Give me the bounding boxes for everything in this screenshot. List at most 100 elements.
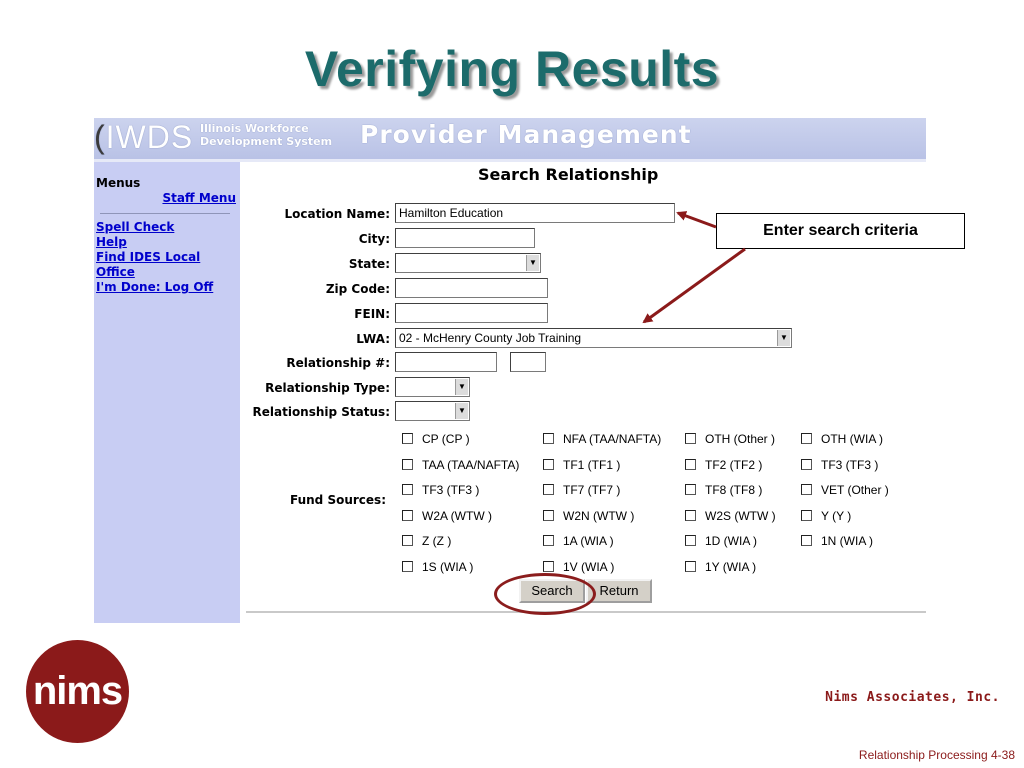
fund-source-checkbox[interactable]: 1N (WIA ) — [801, 534, 873, 548]
relationship-status-label: Relationship Status: — [252, 405, 391, 419]
fund-source-label: 1V (WIA ) — [563, 559, 615, 574]
spell-check-link[interactable]: Spell Check — [96, 220, 236, 235]
fund-source-label: TF7 (TF7 ) — [563, 483, 621, 497]
staff-menu-link[interactable]: Staff Menu — [162, 191, 236, 205]
checkbox-icon[interactable] — [543, 535, 554, 546]
fund-source-label: 1Y (WIA ) — [705, 559, 757, 574]
fund-source-label: Y (Y ) — [821, 508, 852, 523]
fund-source-checkbox[interactable]: TF2 (TF2 ) — [685, 458, 762, 472]
fund-source-label: 1D (WIA ) — [705, 534, 758, 548]
location-name-input[interactable]: Hamilton Education — [395, 203, 675, 223]
zip-code-input[interactable] — [395, 278, 548, 298]
fund-source-checkbox[interactable]: TF7 (TF7 ) — [543, 483, 620, 497]
fund-source-checkbox[interactable]: W2N (WTW ) — [543, 509, 634, 523]
fund-source-label: TAA (TAA/NAFTA) — [422, 457, 520, 472]
fund-source-checkbox[interactable]: Z (Z ) — [402, 534, 451, 548]
checkbox-icon[interactable] — [543, 509, 554, 521]
dropdown-arrow-icon: ▼ — [526, 255, 539, 271]
checkbox-icon[interactable] — [801, 509, 812, 521]
checkbox-icon[interactable] — [402, 433, 413, 444]
fund-source-checkbox[interactable]: TF1 (TF1 ) — [543, 458, 620, 472]
fund-source-checkbox[interactable]: 1V (WIA ) — [543, 560, 614, 574]
relationship-number-input[interactable] — [395, 352, 497, 372]
location-name-label: Location Name: — [284, 207, 391, 221]
checkbox-icon[interactable] — [402, 560, 413, 572]
checkbox-icon[interactable] — [685, 509, 696, 521]
checkbox-icon[interactable] — [685, 458, 696, 470]
lwa-label: LWA: — [356, 332, 390, 346]
fein-input[interactable] — [395, 303, 548, 323]
fund-source-checkbox[interactable]: W2S (WTW ) — [685, 509, 776, 523]
fund-source-checkbox[interactable]: TF3 (TF3 ) — [801, 458, 878, 472]
relationship-number-label: Relationship #: — [286, 356, 390, 370]
fund-sources-label: Fund Sources: — [290, 493, 386, 507]
fund-source-checkbox[interactable]: TF3 (TF3 ) — [402, 483, 479, 497]
fund-source-label: TF3 (TF3 ) — [821, 457, 879, 472]
fund-source-checkbox[interactable]: TAA (TAA/NAFTA) — [402, 458, 519, 472]
relationship-number-suffix-input[interactable] — [510, 352, 546, 372]
relationship-type-label: Relationship Type: — [265, 381, 390, 395]
search-highlight-circle — [494, 573, 596, 615]
dropdown-arrow-icon: ▼ — [455, 379, 468, 395]
form-title: Search Relationship — [478, 165, 659, 184]
checkbox-icon[interactable] — [543, 484, 554, 495]
lwa-select[interactable]: 02 - McHenry County Job Training ▼ — [395, 328, 792, 348]
checkbox-icon[interactable] — [543, 433, 554, 444]
checkbox-icon[interactable] — [801, 535, 812, 546]
fund-source-checkbox[interactable]: 1D (WIA ) — [685, 534, 757, 548]
state-select[interactable]: ▼ — [395, 253, 541, 273]
return-button[interactable]: Return — [586, 579, 652, 603]
find-ides-local-link[interactable]: Find IDES Local — [96, 250, 236, 265]
fund-source-label: 1S (WIA ) — [422, 559, 474, 574]
fund-source-checkbox[interactable]: OTH (Other ) — [685, 432, 775, 446]
fund-source-checkbox[interactable]: Y (Y ) — [801, 509, 851, 523]
checkbox-icon[interactable] — [402, 458, 413, 470]
fund-source-label: VET (Other ) — [821, 483, 889, 497]
fund-source-checkbox[interactable]: CP (CP ) — [402, 432, 470, 446]
state-label: State: — [348, 257, 390, 271]
fund-source-checkbox[interactable]: TF8 (TF8 ) — [685, 483, 762, 497]
fund-source-label: CP (CP ) — [422, 432, 470, 446]
fund-source-checkbox[interactable]: OTH (WIA ) — [801, 432, 883, 446]
fund-source-checkbox[interactable]: NFA (TAA/NAFTA) — [543, 432, 661, 446]
slide-title: Verifying Results — [304, 41, 720, 97]
checkbox-icon[interactable] — [685, 560, 696, 572]
menus-label: Menus — [96, 176, 141, 190]
checkbox-icon[interactable] — [801, 484, 812, 495]
checkbox-icon[interactable] — [801, 458, 812, 470]
iwds-window: (IWDS Illinois Workforce Development Sys… — [94, 118, 926, 623]
relationship-type-select[interactable]: ▼ — [395, 377, 470, 397]
fund-source-checkbox[interactable]: 1S (WIA ) — [402, 560, 473, 574]
fund-source-checkbox[interactable]: 1A (WIA ) — [543, 534, 614, 548]
checkbox-icon[interactable] — [543, 458, 554, 470]
company-name: Nims Associates, Inc. — [825, 690, 1000, 705]
city-input[interactable] — [395, 228, 535, 248]
checkbox-icon[interactable] — [685, 535, 696, 546]
callout-box: Enter search criteria — [716, 213, 965, 249]
nims-logo: nims — [26, 640, 129, 743]
fund-source-checkbox[interactable]: VET (Other ) — [801, 483, 889, 497]
fund-source-label: 1A (WIA ) — [563, 534, 614, 548]
checkbox-icon[interactable] — [402, 535, 413, 546]
checkbox-icon[interactable] — [685, 433, 696, 444]
banner-subtitle: Illinois Workforce Development System — [200, 122, 333, 148]
help-link[interactable]: Help — [96, 235, 236, 250]
checkbox-icon[interactable] — [801, 433, 812, 444]
log-off-link[interactable]: I'm Done: Log Off — [96, 280, 236, 295]
iwds-logo: (IWDS — [94, 119, 194, 155]
dropdown-arrow-icon: ▼ — [777, 330, 790, 346]
checkbox-icon[interactable] — [402, 484, 413, 495]
checkbox-icon[interactable] — [685, 484, 696, 495]
city-label: City: — [358, 232, 390, 246]
checkbox-icon[interactable] — [543, 560, 554, 572]
form-bottom-rule — [246, 611, 926, 613]
fund-source-label: Z (Z ) — [422, 534, 452, 548]
checkbox-icon[interactable] — [402, 509, 413, 521]
fund-source-label: OTH (WIA ) — [821, 432, 883, 446]
relationship-status-select[interactable]: ▼ — [395, 401, 470, 421]
fund-source-checkbox[interactable]: W2A (WTW ) — [402, 509, 492, 523]
sidebar-links: Spell Check Help Find IDES Local Office … — [96, 220, 236, 295]
office-link[interactable]: Office — [96, 265, 236, 280]
fund-source-label: W2A (WTW ) — [422, 508, 492, 523]
fund-source-checkbox[interactable]: 1Y (WIA ) — [685, 560, 756, 574]
